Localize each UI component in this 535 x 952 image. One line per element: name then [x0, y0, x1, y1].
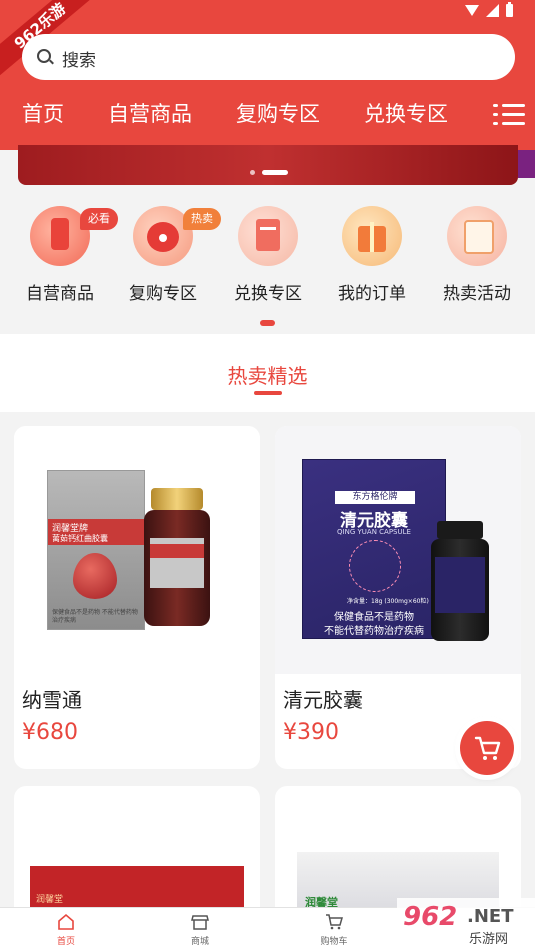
product-box-spec: 净含量：18g (300mg×60粒): [347, 598, 429, 605]
cart-icon: [324, 912, 344, 932]
watermark-sub: 乐游网: [469, 932, 509, 947]
watermark-logo: 962: [403, 902, 458, 932]
section-title: 热卖精选: [227, 364, 308, 388]
product-image: 润馨堂牌 蓠茹钙红曲胶囊 保健食品不是药物 不能代替药物治疗疾病: [14, 426, 260, 676]
product-card[interactable]: 润馨堂: [14, 786, 260, 926]
product-box: 东方格伦牌 清元胶囊 QING YUAN CAPSULE 净含量：18g (30…: [302, 459, 446, 639]
product-bottle: [431, 521, 489, 641]
quick-menu-page-indicator: [260, 320, 275, 326]
nav-tab-repurchase[interactable]: 复购专区: [236, 98, 320, 128]
product-card[interactable]: 东方格伦牌 清元胶囊 QING YUAN CAPSULE 净含量：18g (30…: [275, 426, 521, 769]
product-price: ¥680: [22, 720, 78, 745]
product-box-note: 不能代替药物治疗疾病: [324, 626, 424, 637]
product-bottle: [144, 488, 210, 626]
banner-dot: [250, 170, 255, 175]
bottom-tab-label: 首页: [56, 937, 75, 947]
banner-next-peek: [518, 150, 535, 178]
search-icon: [37, 49, 51, 63]
status-bar: [465, 2, 513, 17]
receipt-icon: [238, 206, 298, 266]
gift-icon: [342, 206, 402, 266]
quick-item-label: 复购专区: [129, 284, 197, 304]
battery-icon: [506, 2, 513, 17]
nav-tab-self-operated[interactable]: 自营商品: [108, 98, 192, 128]
signal-icon: [486, 4, 499, 17]
promo-banner[interactable]: [18, 145, 518, 185]
product-box-note: 保健食品不是药物 不能代替药物治疗疾病: [52, 609, 138, 624]
product-box: 润馨堂牌 蓠茹钙红曲胶囊 保健食品不是药物 不能代替药物治疗疾病: [47, 470, 145, 630]
product-box-brand: 润馨堂: [36, 895, 64, 905]
hot-picks-section: 热卖精选: [0, 334, 535, 412]
quick-item-exchange[interactable]: 兑换专区: [218, 206, 318, 304]
product-name: 清元胶囊: [283, 688, 363, 712]
product-box-note: 保健食品不是药物: [334, 612, 414, 623]
product-box-brand: 东方格伦牌: [335, 491, 415, 504]
banner-dot-active: [262, 170, 288, 175]
product-box-text: 蓠茹钙红曲胶囊: [52, 534, 108, 543]
hot-sale-badge: 热卖: [183, 208, 221, 230]
store-icon: [190, 912, 210, 932]
quick-item-label: 我的订单: [338, 284, 406, 304]
wifi-icon: [465, 5, 479, 16]
quick-item-my-orders[interactable]: 我的订单: [322, 206, 422, 304]
quick-item-label: 兑换专区: [234, 284, 302, 304]
bottom-tab-home[interactable]: 首页: [36, 912, 96, 947]
bottom-tab-label: 购物车: [320, 937, 348, 947]
category-nav: 首页 自营商品 复购专区 兑换专区: [0, 98, 535, 132]
site-watermark: 962 .NET 乐游网: [397, 898, 535, 951]
section-underline: [254, 391, 282, 395]
product-price: ¥390: [283, 720, 339, 745]
cart-icon: [474, 736, 501, 760]
nav-tab-exchange[interactable]: 兑换专区: [364, 98, 448, 128]
category-menu-icon[interactable]: [493, 104, 525, 126]
search-input[interactable]: 搜索: [22, 34, 515, 80]
bottom-tab-mall[interactable]: 商城: [170, 912, 230, 947]
watermark-net: .NET: [467, 906, 514, 927]
nav-tab-home[interactable]: 首页: [22, 98, 64, 128]
product-image: 东方格伦牌 清元胶囊 QING YUAN CAPSULE 净含量：18g (30…: [275, 426, 521, 674]
quick-item-label: 热卖活动: [443, 284, 511, 304]
quick-item-label: 自营商品: [26, 284, 94, 304]
bottom-tab-label: 商城: [190, 937, 209, 947]
floating-cart-button[interactable]: [460, 721, 514, 775]
search-placeholder: 搜索: [62, 51, 96, 71]
home-icon: [56, 912, 76, 932]
bottom-tab-cart[interactable]: 购物车: [304, 912, 364, 947]
tag-icon: [447, 206, 507, 266]
quick-menu: 自营商品 必看 复购专区 热卖 兑换专区 我的订单 热卖活动: [0, 196, 535, 336]
product-name: 纳雪通: [22, 688, 82, 712]
product-box-subtitle: QING YUAN CAPSULE: [337, 528, 411, 536]
product-card[interactable]: 润馨堂牌 蓠茹钙红曲胶囊 保健食品不是药物 不能代替药物治疗疾病 纳雪通 ¥68…: [14, 426, 260, 769]
quick-item-hot-events[interactable]: 热卖活动: [427, 206, 527, 304]
